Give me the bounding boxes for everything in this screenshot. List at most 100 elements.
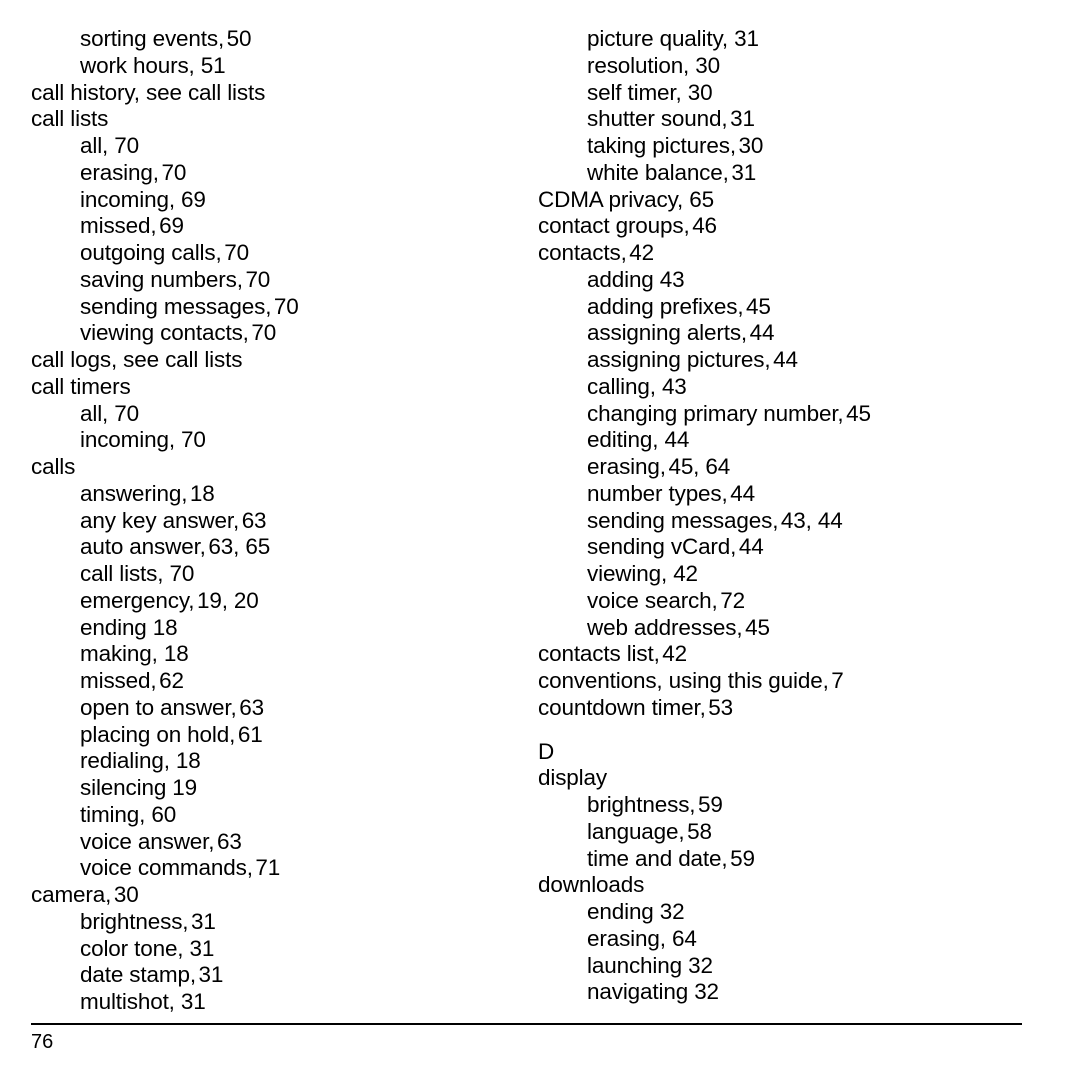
index-entry: countdown timer, 53 bbox=[538, 695, 1038, 722]
index-entry: saving numbers, 70 bbox=[31, 267, 511, 294]
index-entry-term: color tone, bbox=[80, 935, 184, 961]
index-entry-term: missed, bbox=[80, 668, 157, 693]
index-entry-term: erasing, bbox=[587, 925, 666, 951]
index-entry-term: viewing, bbox=[587, 561, 668, 586]
index-entry-pages: 45 bbox=[739, 614, 770, 640]
index-entry-pages: 51 bbox=[194, 52, 226, 78]
index-entry-term: answering, bbox=[80, 480, 188, 506]
index-entry-pages: 59 bbox=[724, 845, 755, 871]
index-entry-term: open to answer, bbox=[80, 694, 237, 720]
index-entry-pages: 59 bbox=[691, 792, 723, 817]
index-entry-pages: 70 bbox=[163, 561, 195, 586]
index-entry-term: contact groups, bbox=[538, 213, 690, 239]
index-entry-term: redialing, bbox=[80, 748, 170, 774]
index-entry-term: white balance, bbox=[587, 159, 729, 185]
index-entry: language, 58 bbox=[538, 819, 1038, 846]
index-entry-pages: 32 bbox=[688, 979, 719, 1005]
index-entry-term: call lists bbox=[31, 106, 109, 132]
index-entry-pages: 72 bbox=[714, 587, 745, 613]
index-entry: camera, 30 bbox=[31, 882, 511, 909]
index-entry: launching 32 bbox=[538, 953, 1038, 980]
index-entry-pages: 63 bbox=[233, 694, 264, 720]
index-entry: erasing, 45, 64 bbox=[538, 454, 1038, 481]
index-entry: ending 18 bbox=[31, 615, 511, 642]
index-entry-term: emergency, bbox=[80, 587, 195, 613]
index-entry: all, 70 bbox=[31, 133, 511, 160]
index-entry-term: resolution, bbox=[587, 52, 690, 78]
index-entry-pages: 69 bbox=[174, 186, 206, 212]
index-entry-pages: 53 bbox=[702, 694, 734, 720]
index-entry-pages: 44 bbox=[743, 320, 775, 346]
index-entry-pages: 44 bbox=[767, 347, 798, 372]
index-entry-pages: 30 bbox=[732, 133, 764, 158]
index-page: sorting events, 50 work hours, 51 call his… bbox=[0, 0, 1080, 1080]
index-entry: erasing, 70 bbox=[31, 160, 511, 187]
index-entry: picture quality, 31 bbox=[538, 26, 1038, 53]
index-entry: outgoing calls, 70 bbox=[31, 240, 511, 267]
index-entry: assigning alerts, 44 bbox=[538, 320, 1038, 347]
index-entry: emergency, 19, 20 bbox=[31, 588, 511, 615]
index-entry: call lists bbox=[31, 106, 511, 133]
index-entry-pages: 31 bbox=[728, 26, 759, 51]
index-entry: taking pictures, 30 bbox=[538, 133, 1038, 160]
index-entry: time and date, 59 bbox=[538, 846, 1038, 873]
index-entry-term: silencing bbox=[80, 775, 167, 800]
index-entry-pages: 60 bbox=[145, 801, 177, 827]
index-entry: voice answer, 63 bbox=[31, 829, 511, 856]
index-entry: self timer, 30 bbox=[538, 80, 1038, 107]
index-entry-pages: 44 bbox=[724, 480, 755, 506]
index-entry-term: erasing, bbox=[80, 159, 159, 185]
index-entry-term: web addresses, bbox=[587, 614, 743, 640]
index-column-right: picture quality, 31 resolution, 30 self ti… bbox=[538, 26, 1038, 1006]
index-entry: assigning pictures, 44 bbox=[538, 347, 1038, 374]
index-entry: timing, 60 bbox=[31, 802, 511, 829]
index-entry-pages: 18 bbox=[183, 480, 215, 506]
index-entry-pages: 70 bbox=[267, 293, 299, 319]
index-entry-pages: 30 bbox=[689, 52, 720, 78]
index-column-left: sorting events, 50 work hours, 51 call his… bbox=[31, 26, 511, 1016]
index-entry-pages: 31 bbox=[725, 159, 757, 185]
index-entry: display bbox=[538, 765, 1038, 792]
index-section-heading: D bbox=[538, 738, 555, 764]
index-entry: incoming, 70 bbox=[31, 427, 511, 454]
index-entry: silencing 19 bbox=[31, 775, 511, 802]
index-entry-term: sorting events, bbox=[80, 26, 225, 51]
index-entry: brightness, 31 bbox=[31, 909, 511, 936]
index-entry-term: erasing, bbox=[587, 454, 666, 479]
index-entry-term: date stamp, bbox=[80, 962, 196, 988]
index-entry-pages: 43 bbox=[653, 266, 685, 292]
index-entry-pages: 63 bbox=[210, 828, 242, 854]
index-entry-pages: 62 bbox=[152, 668, 184, 693]
index-entry-term: sending messages, bbox=[587, 507, 779, 533]
index-entry-pages: 32 bbox=[681, 952, 713, 978]
index-entry-term: contacts, bbox=[538, 240, 627, 265]
index-entry-pages: 32 bbox=[653, 899, 685, 924]
index-entry-term: self timer, bbox=[587, 79, 682, 105]
index-entry: shutter sound, 31 bbox=[538, 106, 1038, 133]
index-entry: call timers bbox=[31, 374, 511, 401]
index-entry: changing primary number, 45 bbox=[538, 401, 1038, 428]
index-entry: contacts list, 42 bbox=[538, 641, 1038, 668]
index-entry: sorting events, 50 bbox=[31, 26, 511, 53]
index-entry: CDMA privacy, 65 bbox=[538, 187, 1038, 214]
index-entry: adding prefixes, 45 bbox=[538, 294, 1038, 321]
index-entry: placing on hold, 61 bbox=[31, 722, 511, 749]
index-entry-pages: 43 bbox=[655, 373, 687, 399]
index-entry-term: multishot, bbox=[80, 989, 175, 1014]
index-entry: viewing contacts, 70 bbox=[31, 320, 511, 347]
index-entry: call history, see call lists bbox=[31, 80, 511, 107]
index-entry: adding 43 bbox=[538, 267, 1038, 294]
index-entry-pages: 19 bbox=[166, 775, 198, 800]
index-entry: erasing, 64 bbox=[538, 926, 1038, 953]
index-entry-pages: 70 bbox=[108, 400, 139, 426]
index-entry-term: changing primary number, bbox=[587, 400, 844, 426]
index-entry-pages: 18 bbox=[157, 641, 189, 667]
index-entry-term: sending vCard, bbox=[587, 534, 737, 560]
index-entry: making, 18 bbox=[31, 641, 511, 668]
index-entry-term: language, bbox=[587, 818, 685, 844]
index-entry-term: voice search, bbox=[587, 587, 718, 613]
index-entry-term: launching bbox=[587, 952, 682, 978]
index-entry-term: adding prefixes, bbox=[587, 293, 744, 319]
index-entry-pages: 61 bbox=[231, 721, 263, 747]
index-entry: open to answer, 63 bbox=[31, 695, 511, 722]
